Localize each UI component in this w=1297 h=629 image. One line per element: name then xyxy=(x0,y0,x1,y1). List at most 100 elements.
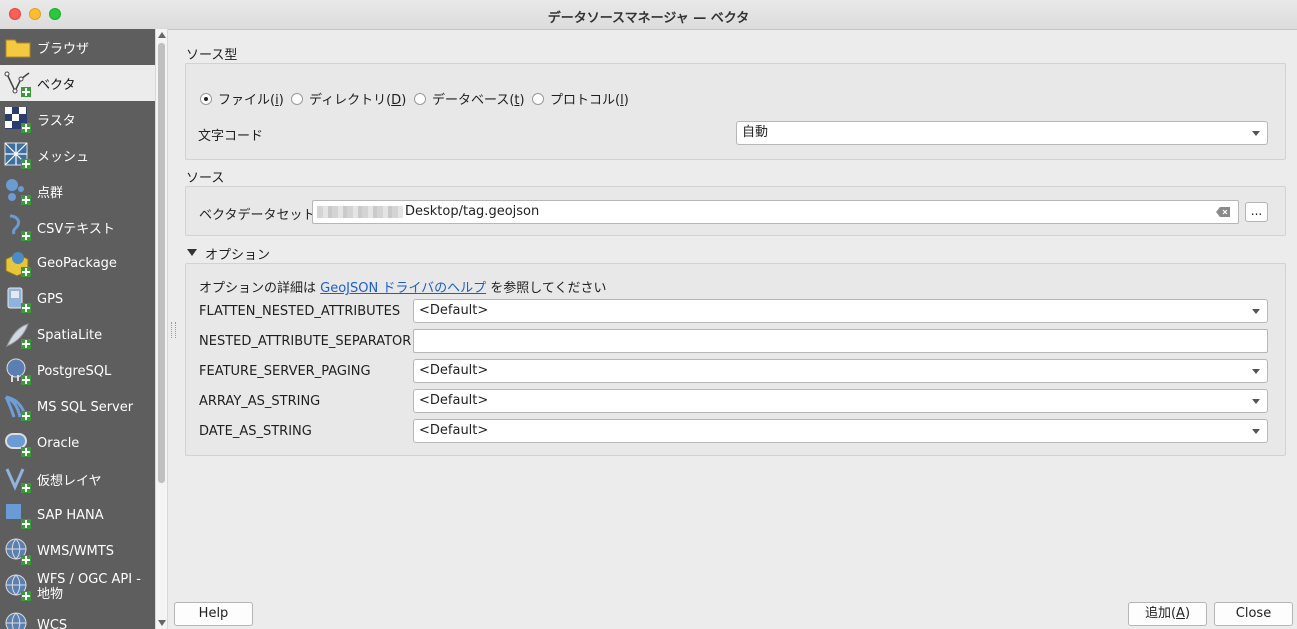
chevron-down-icon xyxy=(1252,369,1260,374)
window-title: データソースマネージャ — ベクタ xyxy=(547,11,750,26)
radio-protocol-label: プロトコル(l) xyxy=(550,93,629,108)
folder-icon xyxy=(5,39,31,58)
sidebar-item-pointcloud[interactable]: 点群 xyxy=(0,173,155,209)
sidebar-item-label: Oracle xyxy=(37,435,80,451)
sidebar-item-label: GPS xyxy=(37,291,64,307)
sidebar-item-label: MS SQL Server xyxy=(37,399,134,415)
sidebar-item-label: CSVテキスト xyxy=(37,221,115,237)
sidebar-item-label: WCS xyxy=(37,617,68,629)
flatten-nested-attributes-combo[interactable]: <Default> xyxy=(413,299,1268,323)
saphana-add-icon xyxy=(6,504,31,529)
wfs-add-icon xyxy=(5,574,31,601)
vector-add-icon xyxy=(4,71,31,97)
oracle-add-icon xyxy=(5,433,31,457)
sidebar-item-csv[interactable]: CSVテキスト xyxy=(0,209,155,245)
gps-add-icon xyxy=(7,287,31,313)
sidebar-item-mssql[interactable]: MS SQL Server xyxy=(0,389,155,425)
option-label: ARRAY_AS_STRING xyxy=(199,394,321,409)
sidebar-item-label: PostgreSQL xyxy=(37,363,112,379)
date-as-string-combo[interactable]: <Default> xyxy=(413,419,1268,443)
sidebar-item-label: SAP HANA xyxy=(37,507,104,523)
main-panel: ソース型 ファイル(i) ディレクトリ(D) データベース(t) プロトコル(l… xyxy=(174,29,1297,629)
sidebar-scrollbar[interactable] xyxy=(155,29,168,629)
sidebar-item-oracle[interactable]: Oracle xyxy=(0,425,155,461)
add-button[interactable]: 追加(A) xyxy=(1128,602,1207,626)
sidebar-item-label: SpatiaLite xyxy=(37,327,103,343)
radio-button[interactable] xyxy=(414,92,426,105)
sidebar-item-wcs[interactable]: WCS xyxy=(0,607,155,629)
sidebar-item-label: ラスタ xyxy=(37,113,76,129)
sidebar-item-spatialite[interactable]: SpatiaLite xyxy=(0,317,155,353)
option-label: DATE_AS_STRING xyxy=(199,424,312,439)
source-group: ベクタデータセット Desktop/tag.geojson ... xyxy=(185,186,1286,236)
postgresql-add-icon xyxy=(6,358,31,385)
scroll-down-icon[interactable] xyxy=(158,620,166,626)
collapse-triangle-icon[interactable] xyxy=(187,249,197,256)
radio-button[interactable] xyxy=(532,92,544,105)
radio-file-label: ファイル(i) xyxy=(218,93,284,108)
sidebar-item-label: メッシュ xyxy=(37,149,90,165)
radio-file[interactable]: ファイル(i) xyxy=(200,89,284,108)
radio-button[interactable] xyxy=(200,92,212,105)
array-as-string-combo[interactable]: <Default> xyxy=(413,389,1268,413)
sidebar-item-wfs[interactable]: WFS / OGC API - 地物 xyxy=(0,569,155,605)
encoding-label: 文字コード xyxy=(198,129,264,144)
browse-button[interactable]: ... xyxy=(1245,202,1268,222)
nested-attribute-separator-input[interactable] xyxy=(413,329,1268,353)
radio-directory[interactable]: ディレクトリ(D) xyxy=(291,89,406,108)
virtual-layer-add-icon xyxy=(5,468,31,493)
radio-database[interactable]: データベース(t) xyxy=(414,89,525,108)
options-group: オプションの詳細は GeoJSON ドライバのヘルプ を参照してください FLA… xyxy=(185,263,1286,456)
sidebar-item-sap-hana[interactable]: SAP HANA xyxy=(0,497,155,533)
encoding-combo[interactable]: 自動 xyxy=(736,121,1268,145)
options-help-text: オプションの詳細は GeoJSON ドライバのヘルプ を参照してください xyxy=(199,281,607,296)
sidebar-item-wms[interactable]: WMS/WMTS xyxy=(0,533,155,569)
source-heading: ソース xyxy=(186,171,225,186)
option-label: FEATURE_SERVER_PAGING xyxy=(199,364,371,379)
scroll-up-icon[interactable] xyxy=(158,32,166,38)
geojson-driver-help-link[interactable]: GeoJSON ドライバのヘルプ xyxy=(320,281,486,296)
sidebar-item-vector[interactable]: ベクタ xyxy=(0,65,155,101)
scrollbar-thumb[interactable] xyxy=(158,43,165,483)
geopackage-add-icon xyxy=(5,252,31,277)
options-heading[interactable]: オプション xyxy=(205,244,270,263)
sidebar-item-browser[interactable]: ブラウザ xyxy=(0,29,155,65)
sidebar-item-label: GeoPackage xyxy=(37,255,117,271)
option-label: FLATTEN_NESTED_ATTRIBUTES xyxy=(199,304,401,319)
sidebar-item-label: ブラウザ xyxy=(37,41,90,57)
clear-icon[interactable] xyxy=(1216,207,1230,217)
radio-database-label: データベース(t) xyxy=(432,93,525,108)
sidebar-item-postgresql[interactable]: PostgreSQL xyxy=(0,353,155,389)
feature-server-paging-combo[interactable]: <Default> xyxy=(413,359,1268,383)
sidebar-item-label: ベクタ xyxy=(37,77,76,93)
sidebar-item-virtual-layer[interactable]: 仮想レイヤ xyxy=(0,461,155,497)
csv-add-icon xyxy=(9,214,31,241)
radio-button[interactable] xyxy=(291,92,303,105)
sidebar: ブラウザ ベクタ ラスタ メッシュ 点群 CSVテキスト GeoPackage … xyxy=(0,29,155,629)
dataset-path-input[interactable]: Desktop/tag.geojson xyxy=(312,200,1239,224)
help-button[interactable]: Help xyxy=(174,602,253,626)
spatialite-add-icon xyxy=(6,323,31,349)
option-label: NESTED_ATTRIBUTE_SEPARATOR xyxy=(199,334,412,349)
chevron-down-icon xyxy=(1252,131,1260,136)
sidebar-item-gps[interactable]: GPS xyxy=(0,281,155,317)
mssql-add-icon xyxy=(4,395,31,421)
title-bar: データソースマネージャ — ベクタ xyxy=(0,0,1297,30)
mesh-add-icon xyxy=(4,142,31,169)
sidebar-item-label: WFS / OGC API - 地物 xyxy=(37,572,141,602)
sidebar-item-label: 仮想レイヤ xyxy=(37,473,102,489)
source-type-heading: ソース型 xyxy=(186,48,238,63)
redacted-path xyxy=(317,205,403,218)
chevron-down-icon xyxy=(1252,429,1260,434)
radio-protocol[interactable]: プロトコル(l) xyxy=(532,89,629,108)
wcs-add-icon xyxy=(5,612,27,629)
radio-directory-label: ディレクトリ(D) xyxy=(309,93,407,108)
raster-add-icon xyxy=(5,107,31,133)
chevron-down-icon xyxy=(1252,309,1260,314)
sidebar-item-mesh[interactable]: メッシュ xyxy=(0,137,155,173)
close-button[interactable]: Close xyxy=(1214,602,1293,626)
sidebar-item-geopackage[interactable]: GeoPackage xyxy=(0,245,155,281)
sidebar-item-raster[interactable]: ラスタ xyxy=(0,101,155,137)
sidebar-item-label: WMS/WMTS xyxy=(37,543,114,559)
dataset-label: ベクタデータセット xyxy=(199,208,316,223)
